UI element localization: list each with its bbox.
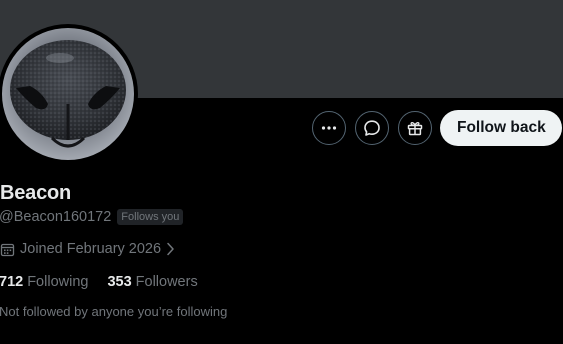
message-button[interactable]: [355, 111, 389, 145]
followers-label: Followers: [135, 274, 198, 290]
handle-row: @Beacon160172 Follows you: [0, 209, 184, 225]
profile-actions: Follow back: [312, 110, 562, 146]
display-name: Beacon: [0, 182, 72, 204]
chevron-right-icon: [167, 242, 174, 256]
profile-avatar[interactable]: [0, 24, 138, 164]
follow-stats: 712 Following 353 Followers: [0, 274, 198, 290]
following-stat[interactable]: 712 Following: [0, 274, 88, 290]
mutual-followers-note: Not followed by anyone you’re following: [0, 304, 228, 319]
more-icon: [321, 126, 337, 130]
joined-date-row[interactable]: Joined February 2026: [0, 241, 175, 257]
more-button[interactable]: [312, 111, 346, 145]
following-count: 712: [0, 274, 24, 290]
follows-you-badge: Follows you: [117, 209, 184, 225]
calendar-icon: [0, 243, 15, 256]
user-handle: @Beacon160172: [0, 209, 112, 225]
gift-icon: [407, 122, 423, 136]
follow-back-button[interactable]: Follow back: [440, 110, 562, 146]
followers-count: 353: [107, 274, 132, 290]
message-icon: [364, 120, 380, 136]
dog-nose-avatar-image: [2, 28, 134, 160]
gift-button[interactable]: [398, 111, 432, 145]
following-label: Following: [27, 274, 89, 290]
followers-stat[interactable]: 353 Followers: [107, 274, 197, 290]
profile-page: Follow back Beacon @Beacon160172 Follows…: [0, 0, 563, 344]
joined-date: Joined February 2026: [20, 241, 162, 257]
